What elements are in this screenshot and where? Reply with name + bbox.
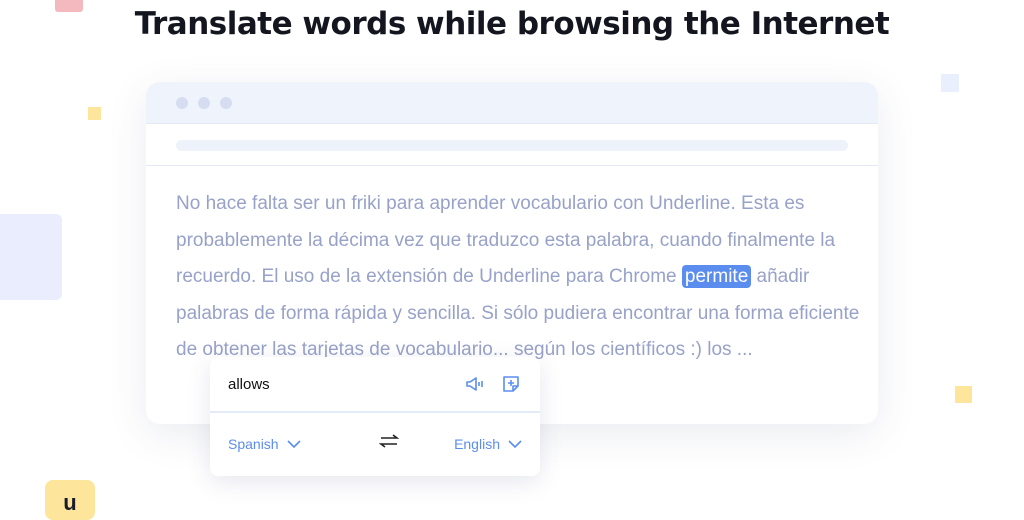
address-row bbox=[146, 124, 878, 166]
window-dot bbox=[220, 96, 232, 109]
decor-lavender bbox=[0, 214, 62, 300]
chevron-down-icon bbox=[287, 439, 301, 448]
decor-blue-small bbox=[941, 74, 959, 92]
headline: Translate words while browsing the Inter… bbox=[134, 6, 890, 42]
article-text: No hace falta ser un friki para aprender… bbox=[176, 186, 866, 369]
add-note-icon[interactable] bbox=[500, 373, 522, 395]
window-dot bbox=[198, 96, 210, 109]
decor-yellow-small bbox=[88, 107, 101, 120]
speaker-icon[interactable] bbox=[464, 373, 486, 395]
target-language-label: English bbox=[454, 435, 500, 452]
target-language-select[interactable]: English bbox=[454, 436, 522, 452]
window-dot bbox=[176, 96, 188, 109]
translation-popup: allows Spanish English bbox=[210, 357, 540, 476]
chevron-down-icon bbox=[508, 439, 522, 448]
browser-titlebar bbox=[146, 82, 878, 124]
source-language-select[interactable]: Spanish bbox=[228, 436, 301, 452]
swap-icon[interactable] bbox=[378, 433, 400, 454]
translation-text: allows bbox=[228, 375, 270, 393]
highlighted-word[interactable]: permite bbox=[681, 265, 752, 289]
logo: u bbox=[45, 480, 95, 520]
source-language-label: Spanish bbox=[228, 435, 279, 452]
logo-letter: u bbox=[63, 490, 77, 515]
address-bar bbox=[176, 140, 848, 151]
decor-yellow-right bbox=[955, 386, 972, 403]
